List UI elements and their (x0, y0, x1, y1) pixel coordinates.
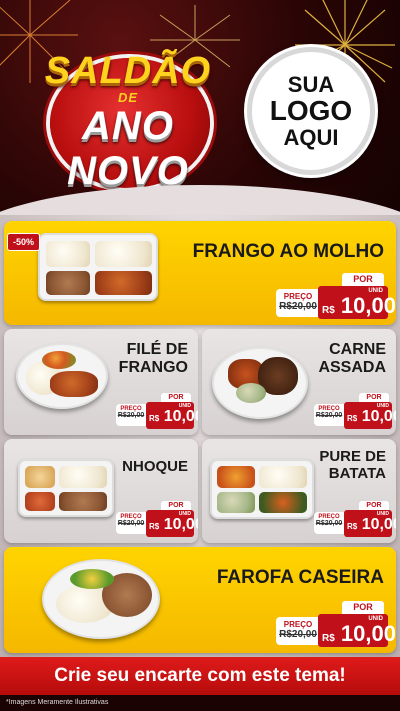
price-value: 10,00 (340, 621, 396, 646)
price-tag: POR PREÇO R$20,00 R$ 10,00 UNID (116, 393, 198, 429)
price-value: 10,00 (163, 516, 198, 533)
price-value: 10,00 (163, 408, 198, 425)
product-card-pure-de-batata[interactable]: PURE DE BATATA POR PREÇO R$20,00 R$ 10,0… (202, 439, 396, 543)
footer-disclaimer: *Imagens Meramente Ilustrativas (0, 695, 400, 711)
product-card-farofa-caseira[interactable]: FAROFA CASEIRA POR PREÇO R$20,00 R$ 10,0… (4, 547, 396, 653)
logo-text-2: LOGO (269, 95, 353, 127)
dish-name: FRANGO AO MOLHO (192, 241, 384, 262)
por-label: POR (342, 273, 384, 286)
old-price: PREÇO R$20,00 (276, 289, 320, 317)
new-price: R$ 10,00 UNID (146, 510, 198, 537)
old-price: PREÇO R$20,00 (276, 617, 320, 645)
preco-label: PREÇO (283, 620, 313, 629)
cta-text: Crie seu encarte com este tema! (54, 665, 346, 686)
food-bowl-image (42, 559, 160, 639)
logo-placeholder[interactable]: SUA LOGO AQUI (247, 47, 375, 175)
price-tag: POR PREÇO R$20,00 R$ 10,00 UNID (314, 393, 396, 429)
price-value: 10,00 (361, 516, 396, 533)
food-plate-image (16, 343, 108, 409)
price-value: 10,00 (361, 408, 396, 425)
old-price-value: R$20,00 (117, 412, 145, 419)
dish-name-line-2: BATATA (328, 464, 386, 482)
currency: R$ (149, 522, 160, 531)
discount-badge: -50% (7, 233, 41, 251)
food-tray-image (18, 459, 114, 517)
dish-name: PURE DE BATATA (319, 448, 386, 483)
old-price: PREÇO R$20,00 (314, 404, 344, 426)
food-bowl-image (212, 347, 308, 419)
logo-text-1: SUA (287, 72, 335, 98)
old-price-value: R$20,00 (279, 629, 317, 640)
currency: R$ (149, 414, 160, 423)
price-tag: POR PREÇO R$20,00 R$ 10,00 UNID (276, 273, 396, 319)
old-price-value: R$20,00 (279, 301, 317, 312)
unit-label: UNID (178, 511, 191, 517)
dish-name: FAROFA CASEIRA (216, 567, 384, 588)
currency: R$ (347, 414, 358, 423)
price-tag: POR PREÇO R$20,00 R$ 10,00 UNID (116, 501, 198, 537)
product-card-file-de-frango[interactable]: FILÉ DE FRANGO POR PREÇO R$20,00 R$ 10,0… (4, 329, 198, 435)
unit-label: UNID (376, 511, 389, 517)
price-tag: POR PREÇO R$20,00 R$ 10,00 UNID (276, 601, 396, 647)
header-banner: SALDÃO DE ANO NOVO SUA LOGO AQUI (0, 0, 400, 215)
new-price: R$ 10,00 UNID (318, 614, 396, 647)
dish-name-line-1: PURE DE (319, 448, 386, 465)
product-card-frango-ao-molho[interactable]: FRANGO AO MOLHO POR PREÇO R$20,00 R$ 10,… (4, 221, 396, 325)
dish-name: CARNE ASSADA (318, 341, 386, 377)
dish-name-line-2: ASSADA (318, 358, 386, 376)
title-line-2: ANO NOVO (67, 104, 189, 193)
preco-label: PREÇO (283, 292, 313, 301)
product-card-carne-assada[interactable]: CARNE ASSADA POR PREÇO R$20,00 R$ 10,00 … (202, 329, 396, 435)
title-connector: DE (117, 90, 139, 105)
old-price: PREÇO R$20,00 (116, 512, 146, 534)
dish-name: FILÉ DE FRANGO (119, 341, 188, 377)
dish-name-line-1: CARNE (329, 341, 386, 358)
cta-banner[interactable]: Crie seu encarte com este tema! (0, 657, 400, 695)
old-price: PREÇO R$20,00 (116, 404, 146, 426)
old-price-value: R$20,00 (315, 520, 343, 527)
new-price: R$ 10,00 UNID (344, 402, 396, 429)
title-line-1: SALDÃO (44, 50, 212, 92)
por-label: POR (342, 601, 384, 614)
logo-text-3: AQUI (283, 124, 339, 150)
food-tray-image (38, 233, 158, 301)
old-price: PREÇO R$20,00 (314, 512, 344, 534)
flyer-page: SALDÃO DE ANO NOVO SUA LOGO AQUI FRANGO … (0, 0, 400, 711)
dish-name: NHOQUE (122, 458, 188, 475)
unit-label: UNID (178, 403, 191, 409)
unit-label: UNID (376, 403, 389, 409)
unit-label: UNID (368, 288, 383, 294)
currency: R$ (322, 633, 335, 644)
sale-title-badge: SALDÃO DE ANO NOVO (28, 38, 228, 193)
currency: R$ (347, 522, 358, 531)
new-price: R$ 10,00 UNID (318, 286, 396, 319)
dish-name-line-1: FILÉ DE (126, 341, 188, 358)
price-tag: POR PREÇO R$20,00 R$ 10,00 UNID (314, 501, 396, 537)
product-card-nhoque[interactable]: NHOQUE POR PREÇO R$20,00 R$ 10,00 UNID (4, 439, 198, 543)
currency: R$ (322, 305, 335, 316)
new-price: R$ 10,00 UNID (146, 402, 198, 429)
old-price-value: R$20,00 (315, 412, 343, 419)
dish-name-line-2: FRANGO (118, 358, 188, 376)
old-price-value: R$20,00 (117, 520, 145, 527)
unit-label: UNID (368, 616, 383, 622)
new-price: R$ 10,00 UNID (344, 510, 396, 537)
food-tray-image (210, 459, 314, 519)
price-value: 10,00 (340, 293, 396, 318)
